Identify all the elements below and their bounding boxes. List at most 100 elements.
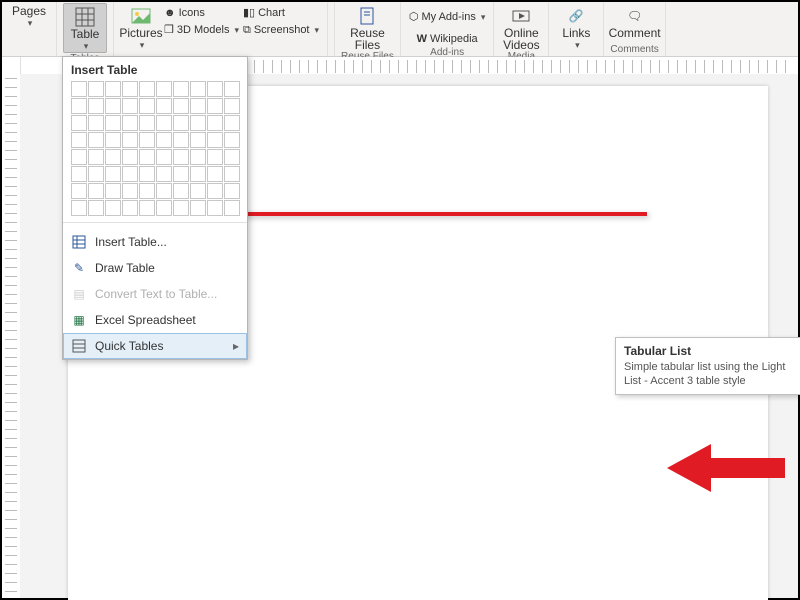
grid-cell[interactable] (88, 81, 104, 97)
grid-cell[interactable] (105, 98, 121, 114)
grid-cell[interactable] (190, 132, 206, 148)
grid-cell[interactable] (190, 200, 206, 216)
grid-cell[interactable] (173, 200, 189, 216)
wikipedia-button[interactable]: WWikipedia (415, 31, 480, 47)
grid-cell[interactable] (224, 98, 240, 114)
menu-insert-table[interactable]: Insert Table... (63, 229, 247, 255)
grid-cell[interactable] (105, 132, 121, 148)
grid-cell[interactable] (224, 183, 240, 199)
grid-cell[interactable] (122, 115, 138, 131)
grid-cell[interactable] (156, 81, 172, 97)
grid-cell[interactable] (224, 166, 240, 182)
grid-cell[interactable] (122, 200, 138, 216)
grid-cell[interactable] (139, 200, 155, 216)
grid-cell[interactable] (156, 200, 172, 216)
grid-cell[interactable] (173, 81, 189, 97)
grid-cell[interactable] (173, 166, 189, 182)
grid-cell[interactable] (105, 81, 121, 97)
grid-cell[interactable] (139, 166, 155, 182)
grid-cell[interactable] (88, 115, 104, 131)
pages-button[interactable]: Pages ▾ (8, 3, 50, 44)
grid-cell[interactable] (190, 149, 206, 165)
menu-quick-tables[interactable]: Quick Tables ▸ (63, 333, 247, 359)
grid-cell[interactable] (88, 166, 104, 182)
grid-cell[interactable] (88, 183, 104, 199)
grid-cell[interactable] (71, 132, 87, 148)
grid-cell[interactable] (224, 115, 240, 131)
online-videos-button[interactable]: Online Videos (500, 3, 542, 51)
grid-cell[interactable] (156, 115, 172, 131)
grid-cell[interactable] (71, 98, 87, 114)
grid-cell[interactable] (139, 132, 155, 148)
grid-cell[interactable] (88, 132, 104, 148)
grid-cell[interactable] (156, 98, 172, 114)
grid-cell[interactable] (207, 149, 223, 165)
grid-cell[interactable] (207, 200, 223, 216)
grid-cell[interactable] (224, 200, 240, 216)
grid-cell[interactable] (173, 98, 189, 114)
grid-cell[interactable] (207, 98, 223, 114)
menu-draw-table[interactable]: ✎ Draw Table (63, 255, 247, 281)
grid-cell[interactable] (122, 81, 138, 97)
grid-cell[interactable] (88, 98, 104, 114)
grid-cell[interactable] (190, 115, 206, 131)
grid-cell[interactable] (207, 183, 223, 199)
grid-cell[interactable] (156, 132, 172, 148)
scroll-down-icon[interactable]: ▼ (629, 212, 645, 214)
grid-cell[interactable] (139, 149, 155, 165)
grid-cell[interactable] (190, 81, 206, 97)
grid-cell[interactable] (173, 183, 189, 199)
screenshot-button[interactable]: ⧉Screenshot▾ (241, 22, 321, 38)
grid-cell[interactable] (190, 98, 206, 114)
3d-models-button[interactable]: ❒3D Models▾ (162, 22, 241, 38)
grid-cell[interactable] (71, 200, 87, 216)
grid-cell[interactable] (122, 166, 138, 182)
scroll-up-icon[interactable]: ▲ (629, 214, 645, 216)
grid-cell[interactable] (207, 115, 223, 131)
chart-button[interactable]: ▮▯Chart (241, 5, 321, 21)
grid-cell[interactable] (139, 115, 155, 131)
grid-cell[interactable] (105, 115, 121, 131)
grid-cell[interactable] (173, 115, 189, 131)
my-addins-button[interactable]: ⬡My Add-ins▾ (407, 9, 488, 25)
table-button[interactable]: Table ▾ (63, 3, 107, 53)
grid-cell[interactable] (207, 132, 223, 148)
grid-cell[interactable] (190, 183, 206, 199)
grid-cell[interactable] (71, 81, 87, 97)
grid-cell[interactable] (71, 115, 87, 131)
grid-cell[interactable] (122, 149, 138, 165)
grid-cell[interactable] (105, 200, 121, 216)
links-button[interactable]: 🔗 Links ▾ (555, 3, 597, 51)
grid-cell[interactable] (139, 81, 155, 97)
grid-cell[interactable] (224, 132, 240, 148)
icons-button[interactable]: ☻Icons (162, 5, 241, 21)
menu-excel-spreadsheet[interactable]: ▦ Excel Spreadsheet (63, 307, 247, 333)
grid-cell[interactable] (71, 166, 87, 182)
grid-cell[interactable] (122, 183, 138, 199)
reuse-files-button[interactable]: Reuse Files (346, 3, 388, 51)
grid-cell[interactable] (88, 149, 104, 165)
grid-cell[interactable] (122, 132, 138, 148)
grid-cell[interactable] (224, 149, 240, 165)
grid-cell[interactable] (173, 132, 189, 148)
grid-cell[interactable] (207, 81, 223, 97)
grid-cell[interactable] (173, 149, 189, 165)
grid-cell[interactable] (139, 183, 155, 199)
grid-cell[interactable] (105, 166, 121, 182)
grid-cell[interactable] (105, 183, 121, 199)
grid-cell[interactable] (139, 98, 155, 114)
grid-cell[interactable] (105, 149, 121, 165)
grid-cell[interactable] (88, 200, 104, 216)
grid-cell[interactable] (71, 149, 87, 165)
grid-cell[interactable] (156, 149, 172, 165)
table-size-grid[interactable] (63, 81, 247, 216)
comment-button[interactable]: 🗨 Comment (614, 3, 656, 44)
grid-cell[interactable] (156, 183, 172, 199)
grid-cell[interactable] (190, 166, 206, 182)
grid-cell[interactable] (224, 81, 240, 97)
grid-cell[interactable] (156, 166, 172, 182)
grid-cell[interactable] (207, 166, 223, 182)
grid-cell[interactable] (122, 98, 138, 114)
grid-cell[interactable] (71, 183, 87, 199)
vertical-ruler[interactable] (2, 74, 21, 598)
